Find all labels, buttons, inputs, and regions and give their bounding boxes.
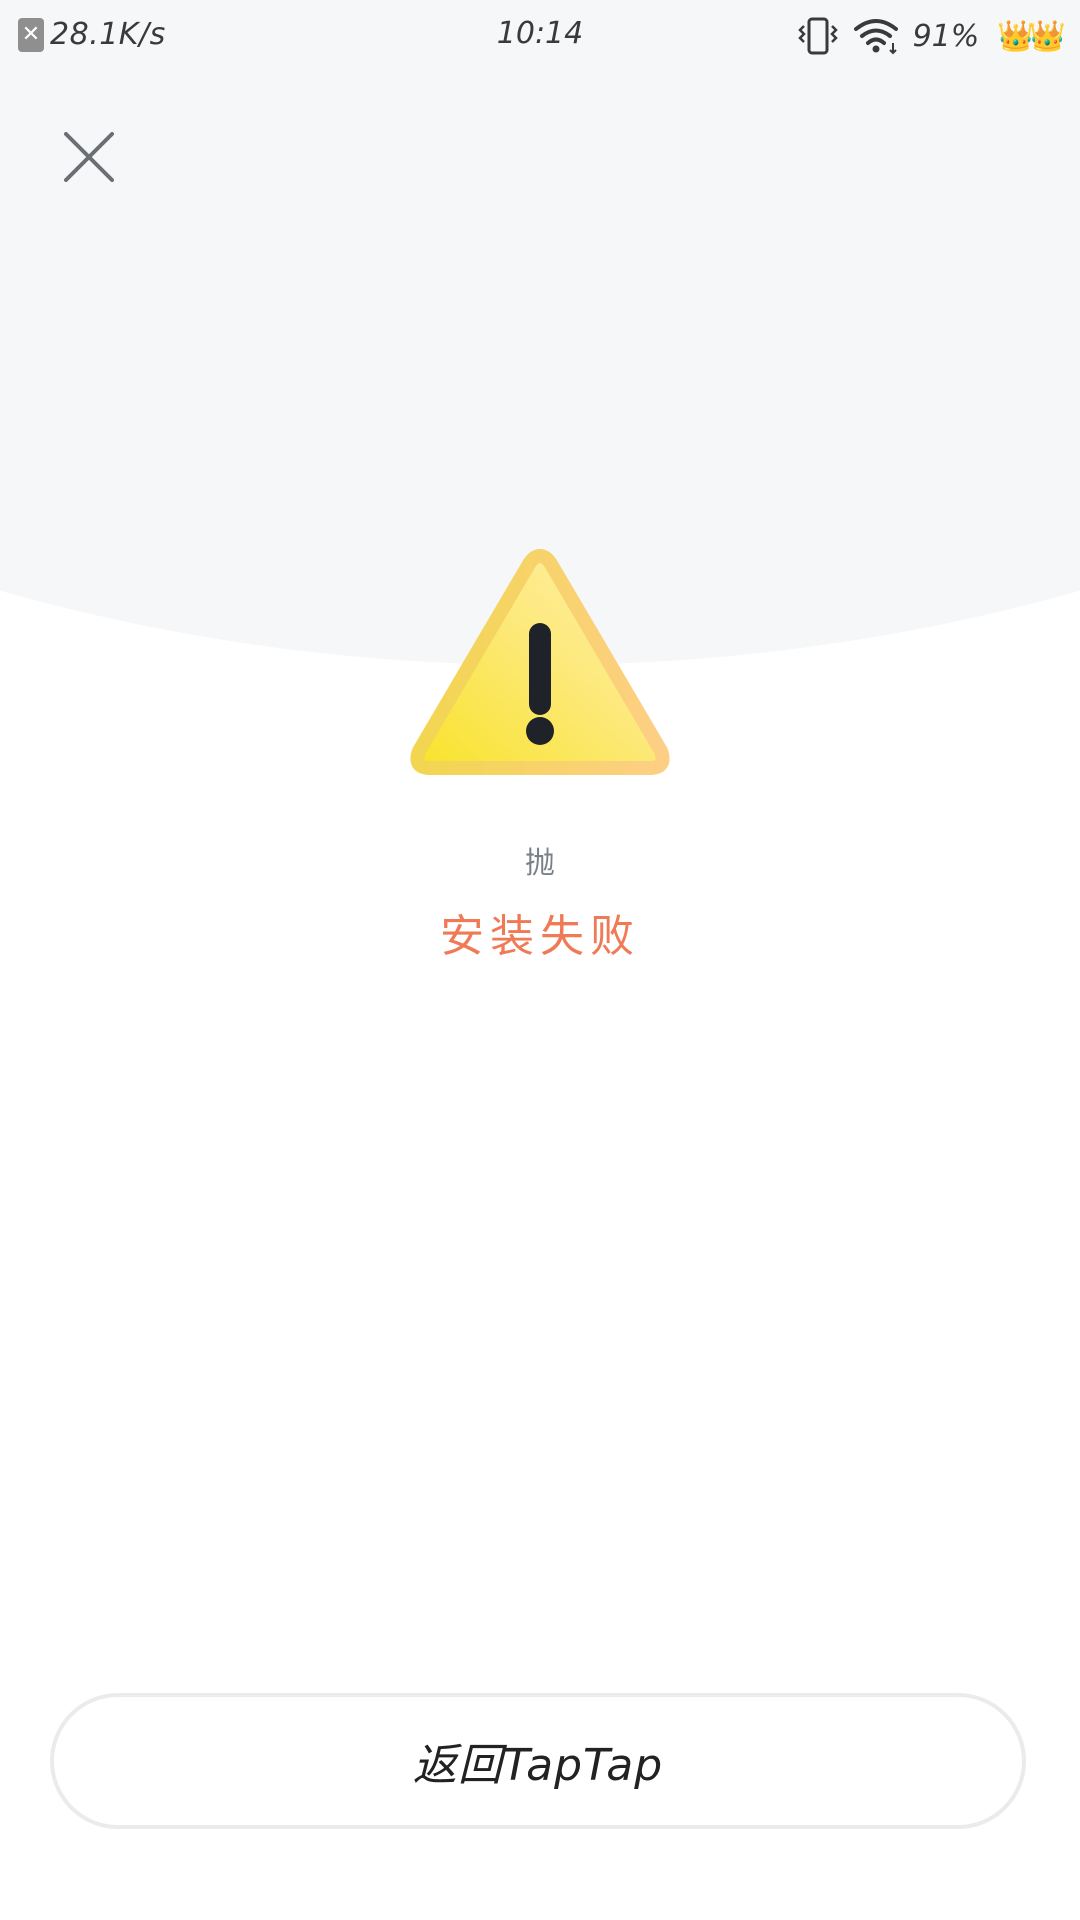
install-failed-screen: ✕ 28.1K/s 10:14 91% 👑👑 抛 安装失败 返回TapTap [0,0,1080,1920]
close-button[interactable] [64,132,114,182]
return-taptap-label: 返回TapTap [412,1740,664,1791]
return-taptap-button[interactable]: 返回TapTap [50,1693,1026,1829]
wifi-icon [853,17,899,55]
status-sub-label: 抛 [525,846,555,881]
status-bar: ✕ 28.1K/s 10:14 91% 👑👑 [0,0,1080,72]
crown-icon: 👑👑 [997,18,1066,54]
vibrate-icon [797,16,839,56]
battery-level: 91% [912,18,980,54]
warning-icon [405,546,675,781]
close-icon [64,132,114,182]
install-failed-title: 安装失败 [440,911,640,962]
status-right: 91% 👑👑 [783,16,1066,56]
